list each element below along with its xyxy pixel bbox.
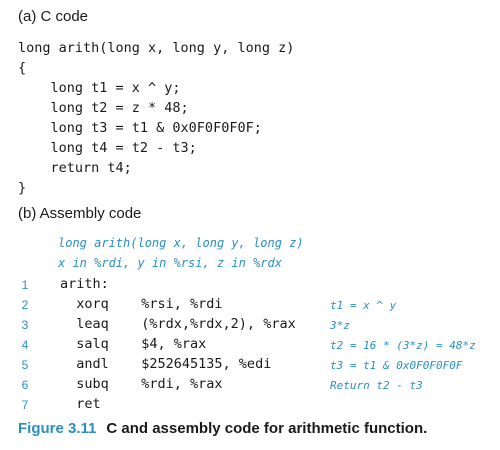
c-code-line: } (18, 180, 27, 196)
asm-instruction: salq $4, %rax (60, 336, 207, 352)
asm-annotation: t2 = 16 * (3*z) = 48*z (330, 339, 476, 352)
line-number: 4 (21, 338, 29, 352)
line-number: 3 (21, 318, 29, 332)
asm-instruction: xorq %rsi, %rdi (60, 296, 223, 312)
c-code-line: long t1 = x ^ y; (18, 80, 181, 96)
c-code-line: long arith(long x, long y, long z) (18, 40, 295, 56)
section-b-title: (b) Assembly code (18, 205, 142, 222)
asm-instruction: leaq (%rdx,%rdx,2), %rax (60, 316, 296, 332)
figure-caption-text: C and assembly code for arithmetic funct… (106, 420, 428, 437)
c-code-line: { (18, 60, 27, 76)
line-number: 2 (21, 298, 29, 312)
c-code-line: long t4 = t2 - t3; (18, 140, 197, 156)
line-number: 6 (21, 378, 29, 392)
asm-instruction: subq %rdi, %rax (60, 376, 223, 392)
figure-number: Figure 3.11 (18, 420, 97, 437)
asm-header-comment: long arith(long x, long y, long z) (58, 236, 304, 250)
line-number: 7 (21, 398, 29, 412)
section-a-title: (a) C code (18, 8, 89, 25)
asm-annotation: 3*z (330, 319, 350, 332)
asm-instruction: andl $252645135, %edi (60, 356, 272, 372)
c-code-line: long t2 = z * 48; (18, 100, 189, 116)
c-code-line: long t3 = t1 & 0x0F0F0F0F; (18, 120, 262, 136)
asm-instruction: ret (60, 396, 101, 412)
asm-annotation: t1 = x ^ y (330, 299, 397, 312)
line-number: 1 (21, 278, 29, 292)
asm-annotation: t3 = t1 & 0x0F0F0F0F (330, 359, 463, 372)
asm-instruction: arith: (60, 276, 109, 292)
c-code-line: return t4; (18, 160, 132, 176)
line-number: 5 (21, 358, 29, 372)
asm-header-comment: x in %rdi, y in %rsi, z in %rdx (58, 256, 282, 270)
asm-annotation: Return t2 - t3 (330, 379, 423, 392)
figure-caption: Figure 3.11 C and assembly code for arith… (18, 420, 427, 437)
